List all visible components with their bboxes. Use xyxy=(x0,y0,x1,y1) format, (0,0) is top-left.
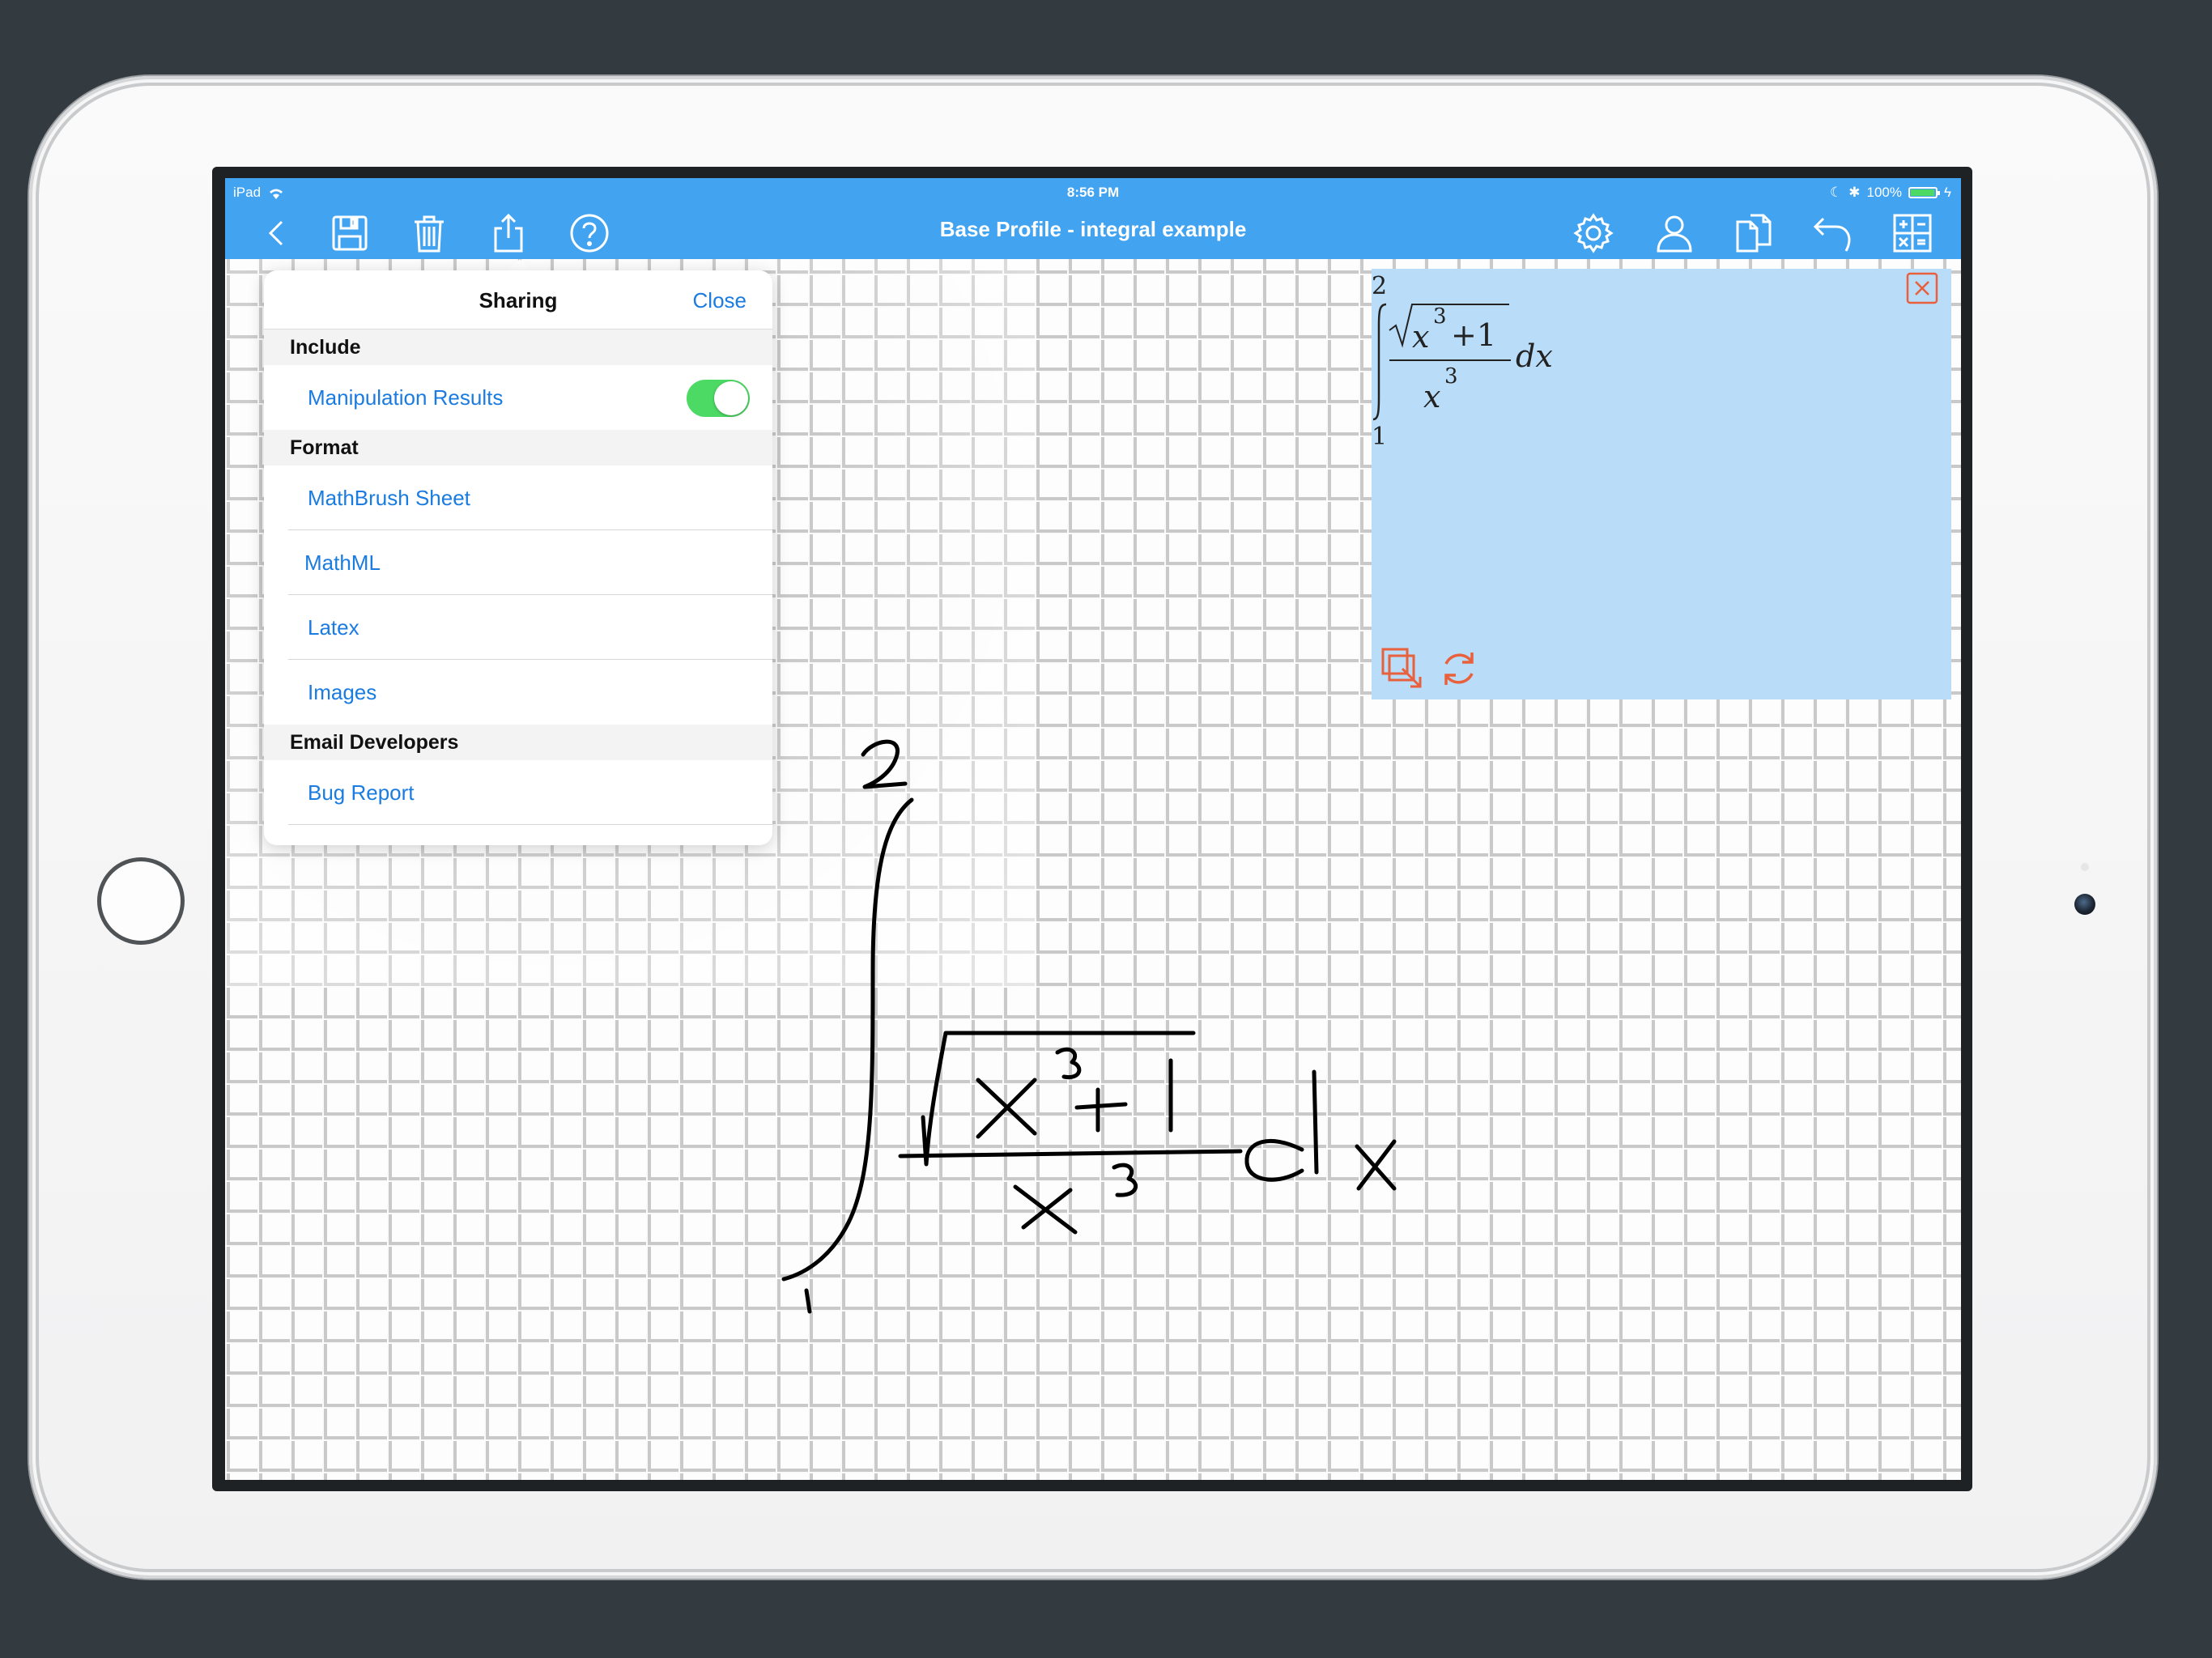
result-fraction-bar xyxy=(1389,359,1511,361)
navigation-bar: iPad 8:56 PM ☾ ✱ 100% ϟ Base Profile - i… xyxy=(225,178,1961,259)
ink-lower-limit xyxy=(804,1288,812,1314)
result-toolbar xyxy=(1380,646,1482,691)
result-differential: dx xyxy=(1516,338,1553,374)
ink-den-exp xyxy=(1112,1163,1138,1197)
ink-upper-limit xyxy=(861,739,908,789)
close-button[interactable]: Close xyxy=(693,288,747,313)
format-mathml[interactable]: MathML xyxy=(264,530,772,595)
sharing-popover: Sharing Close Include Manipulation Resul… xyxy=(264,270,772,845)
ink-num-exp xyxy=(1055,1047,1082,1080)
email-developers-header: Email Developers xyxy=(264,725,772,760)
format-mathbrush-sheet[interactable]: MathBrush Sheet xyxy=(264,466,772,530)
canvas-screen[interactable]: iPad 8:56 PM ☾ ✱ 100% ϟ Base Profile - i… xyxy=(225,178,1961,1480)
charging-icon: ϟ xyxy=(1944,185,1951,200)
result-num-exp: 3 xyxy=(1433,304,1447,329)
gear-icon[interactable] xyxy=(1569,209,1618,257)
result-den-exp: 3 xyxy=(1444,364,1458,389)
format-images[interactable]: Images xyxy=(264,660,772,725)
ink-d-bowl xyxy=(1244,1138,1304,1182)
include-section-header: Include xyxy=(264,329,772,365)
home-button[interactable] xyxy=(97,857,185,945)
toggle-knob xyxy=(714,381,748,415)
refresh-icon[interactable] xyxy=(1436,646,1482,691)
manipulation-results-row[interactable]: Manipulation Results xyxy=(264,365,772,430)
ink-integral-sign xyxy=(781,797,914,1282)
help-icon[interactable] xyxy=(565,209,614,257)
profile-icon[interactable] xyxy=(1650,209,1699,257)
ink-num-x xyxy=(976,1078,1037,1139)
manipulation-results-label: Manipulation Results xyxy=(308,385,504,410)
battery-percent: 100% xyxy=(1866,185,1902,200)
format-section-header: Format xyxy=(264,430,772,466)
ink-plus xyxy=(1074,1087,1128,1133)
save-icon[interactable] xyxy=(325,209,374,257)
result-lower-limit: 1 xyxy=(1372,423,1388,451)
popover-header: Sharing Close xyxy=(264,270,772,329)
status-bar: iPad 8:56 PM ☾ ✱ 100% ϟ xyxy=(225,178,1961,207)
format-latex[interactable]: Latex xyxy=(264,595,772,660)
ink-d-stem xyxy=(1312,1069,1319,1175)
result-upper-limit: 2 xyxy=(1372,272,1388,300)
camera-icon xyxy=(2074,894,2095,915)
ink-fraction-bar xyxy=(898,1149,1243,1158)
result-den-base: x xyxy=(1423,379,1441,414)
result-num-base: x xyxy=(1412,319,1430,355)
recognition-result-panel[interactable]: 2 1 x 3 +1 x 3 dx xyxy=(1372,269,1951,699)
ink-radical xyxy=(921,1031,1196,1167)
calculator-icon[interactable] xyxy=(1888,209,1937,257)
close-icon[interactable] xyxy=(1906,272,1938,304)
bluetooth-icon: ✱ xyxy=(1848,185,1861,200)
moon-icon: ☾ xyxy=(1830,185,1843,200)
status-time: 8:56 PM xyxy=(1066,185,1120,200)
manipulation-results-toggle[interactable] xyxy=(687,380,750,417)
battery-icon xyxy=(1908,187,1940,198)
bug-report-row[interactable]: Bug Report xyxy=(264,760,772,825)
ink-den-x xyxy=(1013,1184,1078,1235)
result-num-plus-one: +1 xyxy=(1451,317,1497,353)
undo-icon[interactable] xyxy=(1809,209,1857,257)
ink-x xyxy=(1355,1139,1397,1191)
insert-result-icon[interactable] xyxy=(1380,646,1425,691)
copy-icon[interactable] xyxy=(1729,209,1778,257)
trash-icon[interactable] xyxy=(405,209,453,257)
ambient-sensor xyxy=(2081,863,2089,871)
back-icon[interactable] xyxy=(253,209,301,257)
share-icon[interactable] xyxy=(484,209,533,257)
